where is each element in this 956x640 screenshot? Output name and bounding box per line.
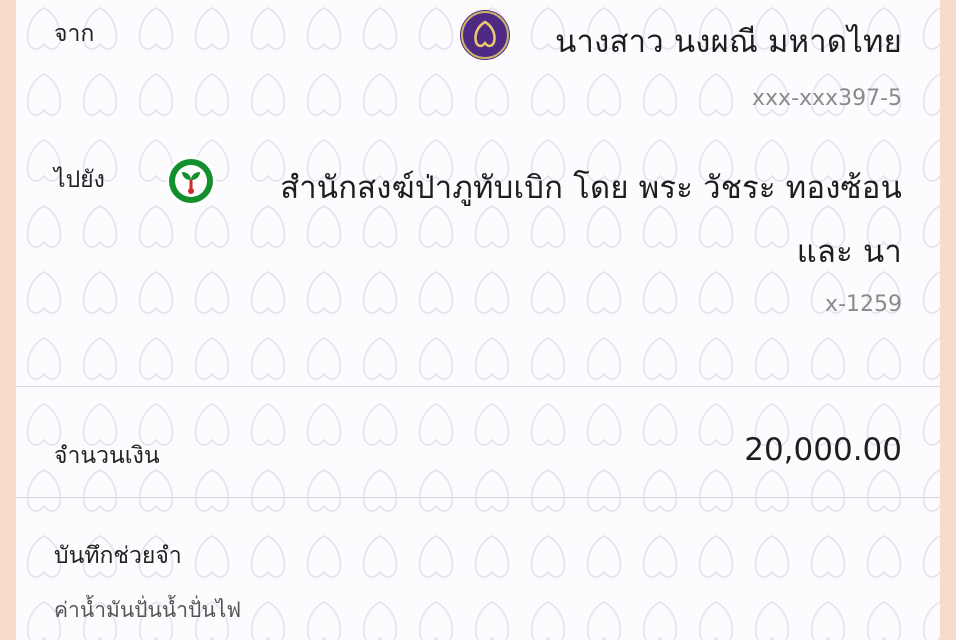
from-label: จาก [54, 21, 95, 47]
memo-text: ค่าน้ำมันปั่นน้ำปั่นไฟ [54, 598, 242, 622]
kbank-icon [166, 156, 216, 206]
sender-name: นางสาว นงผณี มหาดไทย [555, 24, 902, 60]
memo-label: บันทึกช่วยจำ [54, 543, 182, 569]
amount-value: 20,000.00 [744, 432, 902, 468]
divider [16, 386, 940, 387]
divider [16, 497, 940, 498]
recipient-account: x-1259 [825, 292, 902, 317]
amount-label: จำนวนเงิน [54, 443, 160, 469]
sender-account: xxx-xxx397-5 [752, 86, 902, 111]
transfer-slip-card: จาก นางสาว นงผณี มหาดไทย xxx-xxx397-5 ไป… [16, 0, 940, 640]
scb-bank-icon [460, 10, 510, 60]
to-label: ไปยัง [54, 167, 105, 193]
recipient-name-line1: สำนักสงฆ์ป่าภูทับเบิก โดย พระ วัชระ ทองซ… [280, 170, 902, 206]
recipient-name-line2: และ นา [796, 234, 902, 270]
